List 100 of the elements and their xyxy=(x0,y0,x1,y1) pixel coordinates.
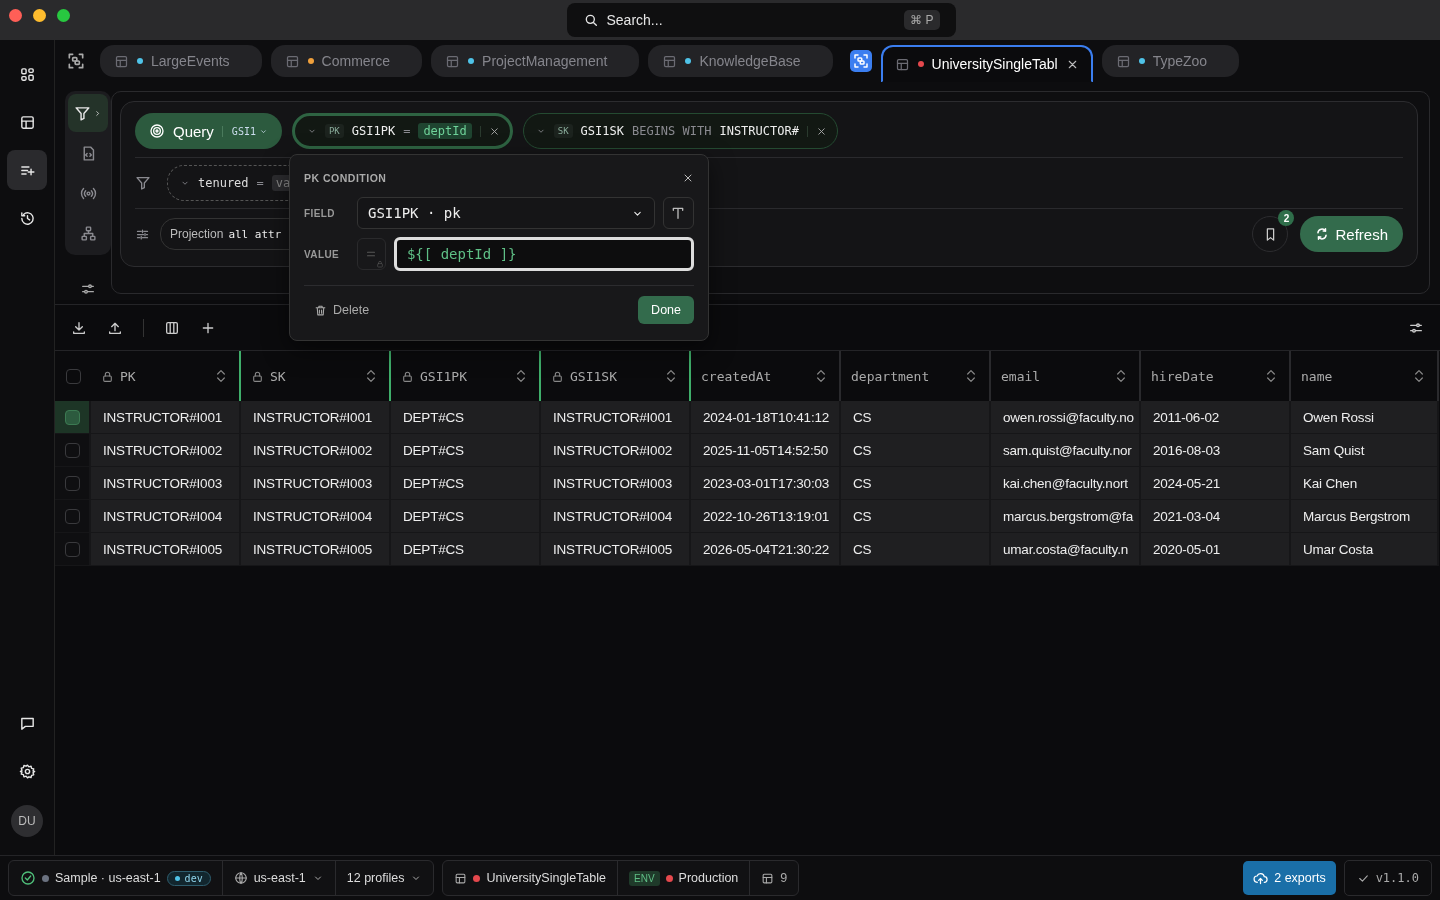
trash-icon xyxy=(314,303,327,317)
table-cell: 2021-03-04 xyxy=(1141,500,1291,533)
table-tab[interactable]: UniversitySingleTabl xyxy=(880,45,1093,83)
done-button[interactable]: Done xyxy=(638,296,694,324)
table-cell: DEPT#CS xyxy=(391,401,541,434)
row-checkbox[interactable] xyxy=(64,409,80,425)
projection-icon xyxy=(135,226,150,242)
table-icon xyxy=(454,871,468,885)
table-cell: 2016-08-03 xyxy=(1141,434,1291,467)
environment-label: Production xyxy=(678,871,739,885)
table-cell: Sam Quist xyxy=(1291,434,1439,467)
shortcut-badge: ⌘ P xyxy=(904,10,940,30)
table-icon xyxy=(18,113,36,131)
filter-icon xyxy=(74,104,91,122)
target-icon xyxy=(149,123,165,139)
grid-icon xyxy=(18,65,36,83)
table-cell: marcus.bergstrom@fa xyxy=(991,500,1141,533)
row-checkbox[interactable] xyxy=(64,475,80,491)
table-icon xyxy=(284,53,300,69)
lock-icon xyxy=(551,369,564,383)
type-button[interactable] xyxy=(662,197,694,229)
scan-icon xyxy=(851,52,870,70)
table-cell: Kai Chen xyxy=(1291,467,1439,500)
table-cell: 2020-05-01 xyxy=(1141,533,1291,566)
columns-icon xyxy=(164,319,180,336)
table-cell: Umar Costa xyxy=(1291,533,1439,566)
table-cell: INSTRUCTOR#I004 xyxy=(241,500,391,533)
table-count-item[interactable]: 9 xyxy=(750,861,799,895)
table-cell: INSTRUCTOR#I003 xyxy=(241,467,391,500)
delete-button[interactable]: Delete xyxy=(304,303,380,317)
close-window-button[interactable] xyxy=(9,9,22,22)
index-selector[interactable]: GSI1 xyxy=(221,125,268,137)
version-label: v1.1.0 xyxy=(1343,860,1432,896)
lock-icon xyxy=(101,369,114,383)
zoom-window-button[interactable] xyxy=(57,9,70,22)
row-checkbox[interactable] xyxy=(64,442,80,458)
table-cell: 2026-05-04T21:30:22 xyxy=(691,533,841,566)
table-cell: INSTRUCTOR#I001 xyxy=(541,401,691,434)
scan-button[interactable] xyxy=(849,50,872,72)
row-checkbox[interactable] xyxy=(64,541,80,557)
table-cell: INSTRUCTOR#I003 xyxy=(541,467,691,500)
table-tab[interactable]: Commerce xyxy=(270,45,423,77)
table-cell: INSTRUCTOR#I004 xyxy=(541,500,691,533)
minimize-window-button[interactable] xyxy=(33,9,46,22)
key-condition-chip[interactable]: PK GSI1PK = deptId xyxy=(291,113,513,149)
history-icon xyxy=(18,209,36,227)
count-badge: 2 xyxy=(1278,210,1295,226)
table-tab[interactable]: LargeEvents xyxy=(100,45,262,77)
field-dropdown[interactable]: GSI1PK · pk xyxy=(356,197,655,229)
select-all-checkbox[interactable] xyxy=(65,368,81,384)
table-cell: umar.costa@faculty.n xyxy=(991,533,1141,566)
env-tag: ENV xyxy=(629,870,660,886)
table-cell: INSTRUCTOR#I005 xyxy=(241,533,391,566)
hierarchy-icon xyxy=(79,224,97,242)
tool-rail-item[interactable] xyxy=(68,94,108,132)
user-avatar[interactable]: DU xyxy=(11,805,43,837)
table-cell: 2025-11-05T14:52:50 xyxy=(691,434,841,467)
table-cell: CS xyxy=(841,434,991,467)
table-cell: owen.rossi@faculty.no xyxy=(991,401,1141,434)
cloud-upload-icon xyxy=(1253,870,1269,886)
table-cell: CS xyxy=(841,467,991,500)
refresh-button[interactable]: Refresh xyxy=(1300,216,1403,252)
table-icon xyxy=(1115,53,1131,69)
table-cell: INSTRUCTOR#I002 xyxy=(241,434,391,467)
table-icon xyxy=(761,871,775,885)
table-cell: DEPT#CS xyxy=(391,500,541,533)
table-cell: DEPT#CS xyxy=(391,533,541,566)
scan-icon xyxy=(66,51,86,71)
remove-icon xyxy=(815,125,827,137)
table-cell: Owen Rossi xyxy=(1291,401,1439,434)
lock-icon xyxy=(375,260,384,268)
table-cell: 2011-06-02 xyxy=(1141,401,1291,434)
refresh-icon xyxy=(1315,227,1330,241)
table-tab[interactable]: KnowledgeBase xyxy=(648,45,833,77)
key-condition-chip[interactable]: SK GSI1SK BEGINS WITH INSTRUCTOR# xyxy=(522,113,838,149)
close-icon xyxy=(682,172,694,184)
row-checkbox[interactable] xyxy=(64,508,80,524)
table-cell: INSTRUCTOR#I002 xyxy=(91,434,241,467)
table-icon xyxy=(114,53,129,69)
table-cell: INSTRUCTOR#I005 xyxy=(91,533,241,566)
table-name: UniversitySingleTable xyxy=(486,871,606,885)
table-icon xyxy=(894,56,910,72)
environment-item[interactable]: ENV Production xyxy=(618,861,751,895)
value-field[interactable]: ${[ deptId ]} xyxy=(393,237,694,271)
value-label: VALUE xyxy=(304,248,341,260)
table-tab[interactable]: TypeZoo xyxy=(1101,45,1240,77)
query-mode-button[interactable]: Query GSI1 xyxy=(135,113,282,149)
lock-icon xyxy=(251,369,264,383)
sidebar-item[interactable] xyxy=(7,150,47,190)
close-button[interactable] xyxy=(682,172,694,184)
table-cell: 2024-05-21 xyxy=(1141,467,1291,500)
table-tab[interactable]: ProjectManagement xyxy=(431,45,640,77)
exports-button[interactable]: 2 exports xyxy=(1243,861,1336,895)
filter-icon xyxy=(135,175,151,191)
columns-button[interactable] xyxy=(164,319,180,336)
field-label: FIELD xyxy=(304,207,336,219)
download-button[interactable] xyxy=(71,319,87,336)
search-field[interactable]: Search... ⌘ P xyxy=(566,3,956,37)
table-item[interactable]: UniversitySingleTable xyxy=(443,861,618,895)
lock-icon xyxy=(401,369,414,383)
